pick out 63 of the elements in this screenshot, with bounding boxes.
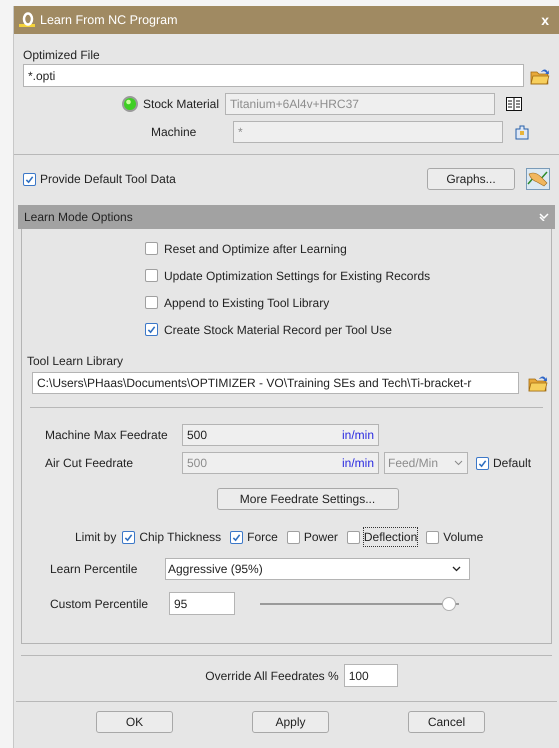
input-field[interactable]: *.opti [23, 64, 524, 87]
window-title: Learn From NC Program [40, 12, 179, 29]
checkbox[interactable] [23, 172, 36, 186]
checkbox[interactable] [346, 530, 360, 544]
caret-icon [452, 566, 461, 572]
checkbox-label: Deflection [364, 528, 418, 546]
chart-hand-icon[interactable] [526, 168, 550, 190]
folder-icon[interactable] [528, 374, 548, 392]
checkbox-label: Force [247, 529, 278, 546]
check-icon [232, 532, 242, 542]
percentile-dropdown[interactable]: Aggressive (95%) [165, 558, 470, 580]
field-label: Learn Percentile [50, 561, 138, 578]
checkbox[interactable] [122, 530, 136, 544]
checkbox-label: Provide Default Tool Data [40, 171, 176, 188]
machine-icon[interactable] [515, 124, 529, 140]
check-icon [25, 174, 34, 184]
check-icon [124, 532, 134, 542]
check-icon [147, 325, 156, 334]
field-label: Machine [151, 124, 198, 141]
field-label: Machine Max Feedrate [45, 427, 169, 444]
field-label: Stock Material [143, 96, 220, 113]
checkbox-label: Reset and Optimize after Learning [164, 240, 347, 258]
dialog-button[interactable]: OK [96, 711, 173, 733]
checkbox[interactable] [145, 269, 158, 282]
checkbox-label: Update Optimization Settings for Existing Records [164, 268, 430, 284]
field-label: Custom Percentile [50, 596, 150, 612]
checkbox-label: Create Stock Material Record per Tool Use [164, 322, 392, 338]
limit-by-label: Limit by [75, 529, 116, 546]
slider-thumb[interactable] [442, 596, 456, 610]
section-title: Learn Mode Options [24, 209, 134, 226]
checkbox[interactable] [145, 296, 158, 309]
checkbox-label: Default [493, 455, 532, 472]
unit-label: in/min [342, 427, 374, 444]
check-icon [478, 458, 487, 468]
checkbox[interactable] [145, 323, 158, 336]
caret-icon [454, 460, 463, 466]
chevron-icon [539, 213, 549, 221]
book-icon[interactable] [506, 97, 522, 111]
more-feedrate-button[interactable]: More Feedrate Settings... [216, 488, 398, 510]
checkbox[interactable] [286, 530, 300, 544]
field-label: Tool Learn Library [26, 353, 124, 368]
field-label: Air Cut Feedrate [45, 455, 134, 472]
input-field[interactable]: 95 [169, 592, 235, 615]
dialog-button[interactable]: Cancel [408, 711, 485, 733]
status-light-icon [121, 95, 139, 113]
app-logo-icon [18, 12, 36, 28]
checkbox-label: Volume [443, 529, 484, 546]
field-label: Override All Feedrates % [205, 668, 339, 684]
folder-icon[interactable] [530, 66, 550, 84]
unit-label: in/min [342, 455, 374, 472]
checkbox-label: Append to Existing Tool Library [164, 294, 330, 312]
checkbox[interactable] [230, 530, 244, 544]
checkbox-label: Power [304, 529, 338, 546]
input-field[interactable]: 100 [344, 664, 398, 687]
checkbox-label: Chip Thickness [139, 529, 222, 546]
section-header[interactable]: Learn Mode Options [18, 205, 555, 229]
checkbox[interactable] [426, 530, 440, 544]
dialog-button[interactable]: Apply [252, 711, 329, 733]
graphs-button[interactable]: Graphs... [427, 168, 515, 190]
checkbox[interactable] [145, 242, 158, 255]
input-field[interactable]: C:\Users\PHaas\Documents\OPTIMIZER - VO\Training SEs and Tech\Ti-bracket-r [32, 372, 520, 394]
input-field[interactable]: 500 in/min [182, 424, 379, 446]
field-label: Optimized File [23, 47, 101, 62]
